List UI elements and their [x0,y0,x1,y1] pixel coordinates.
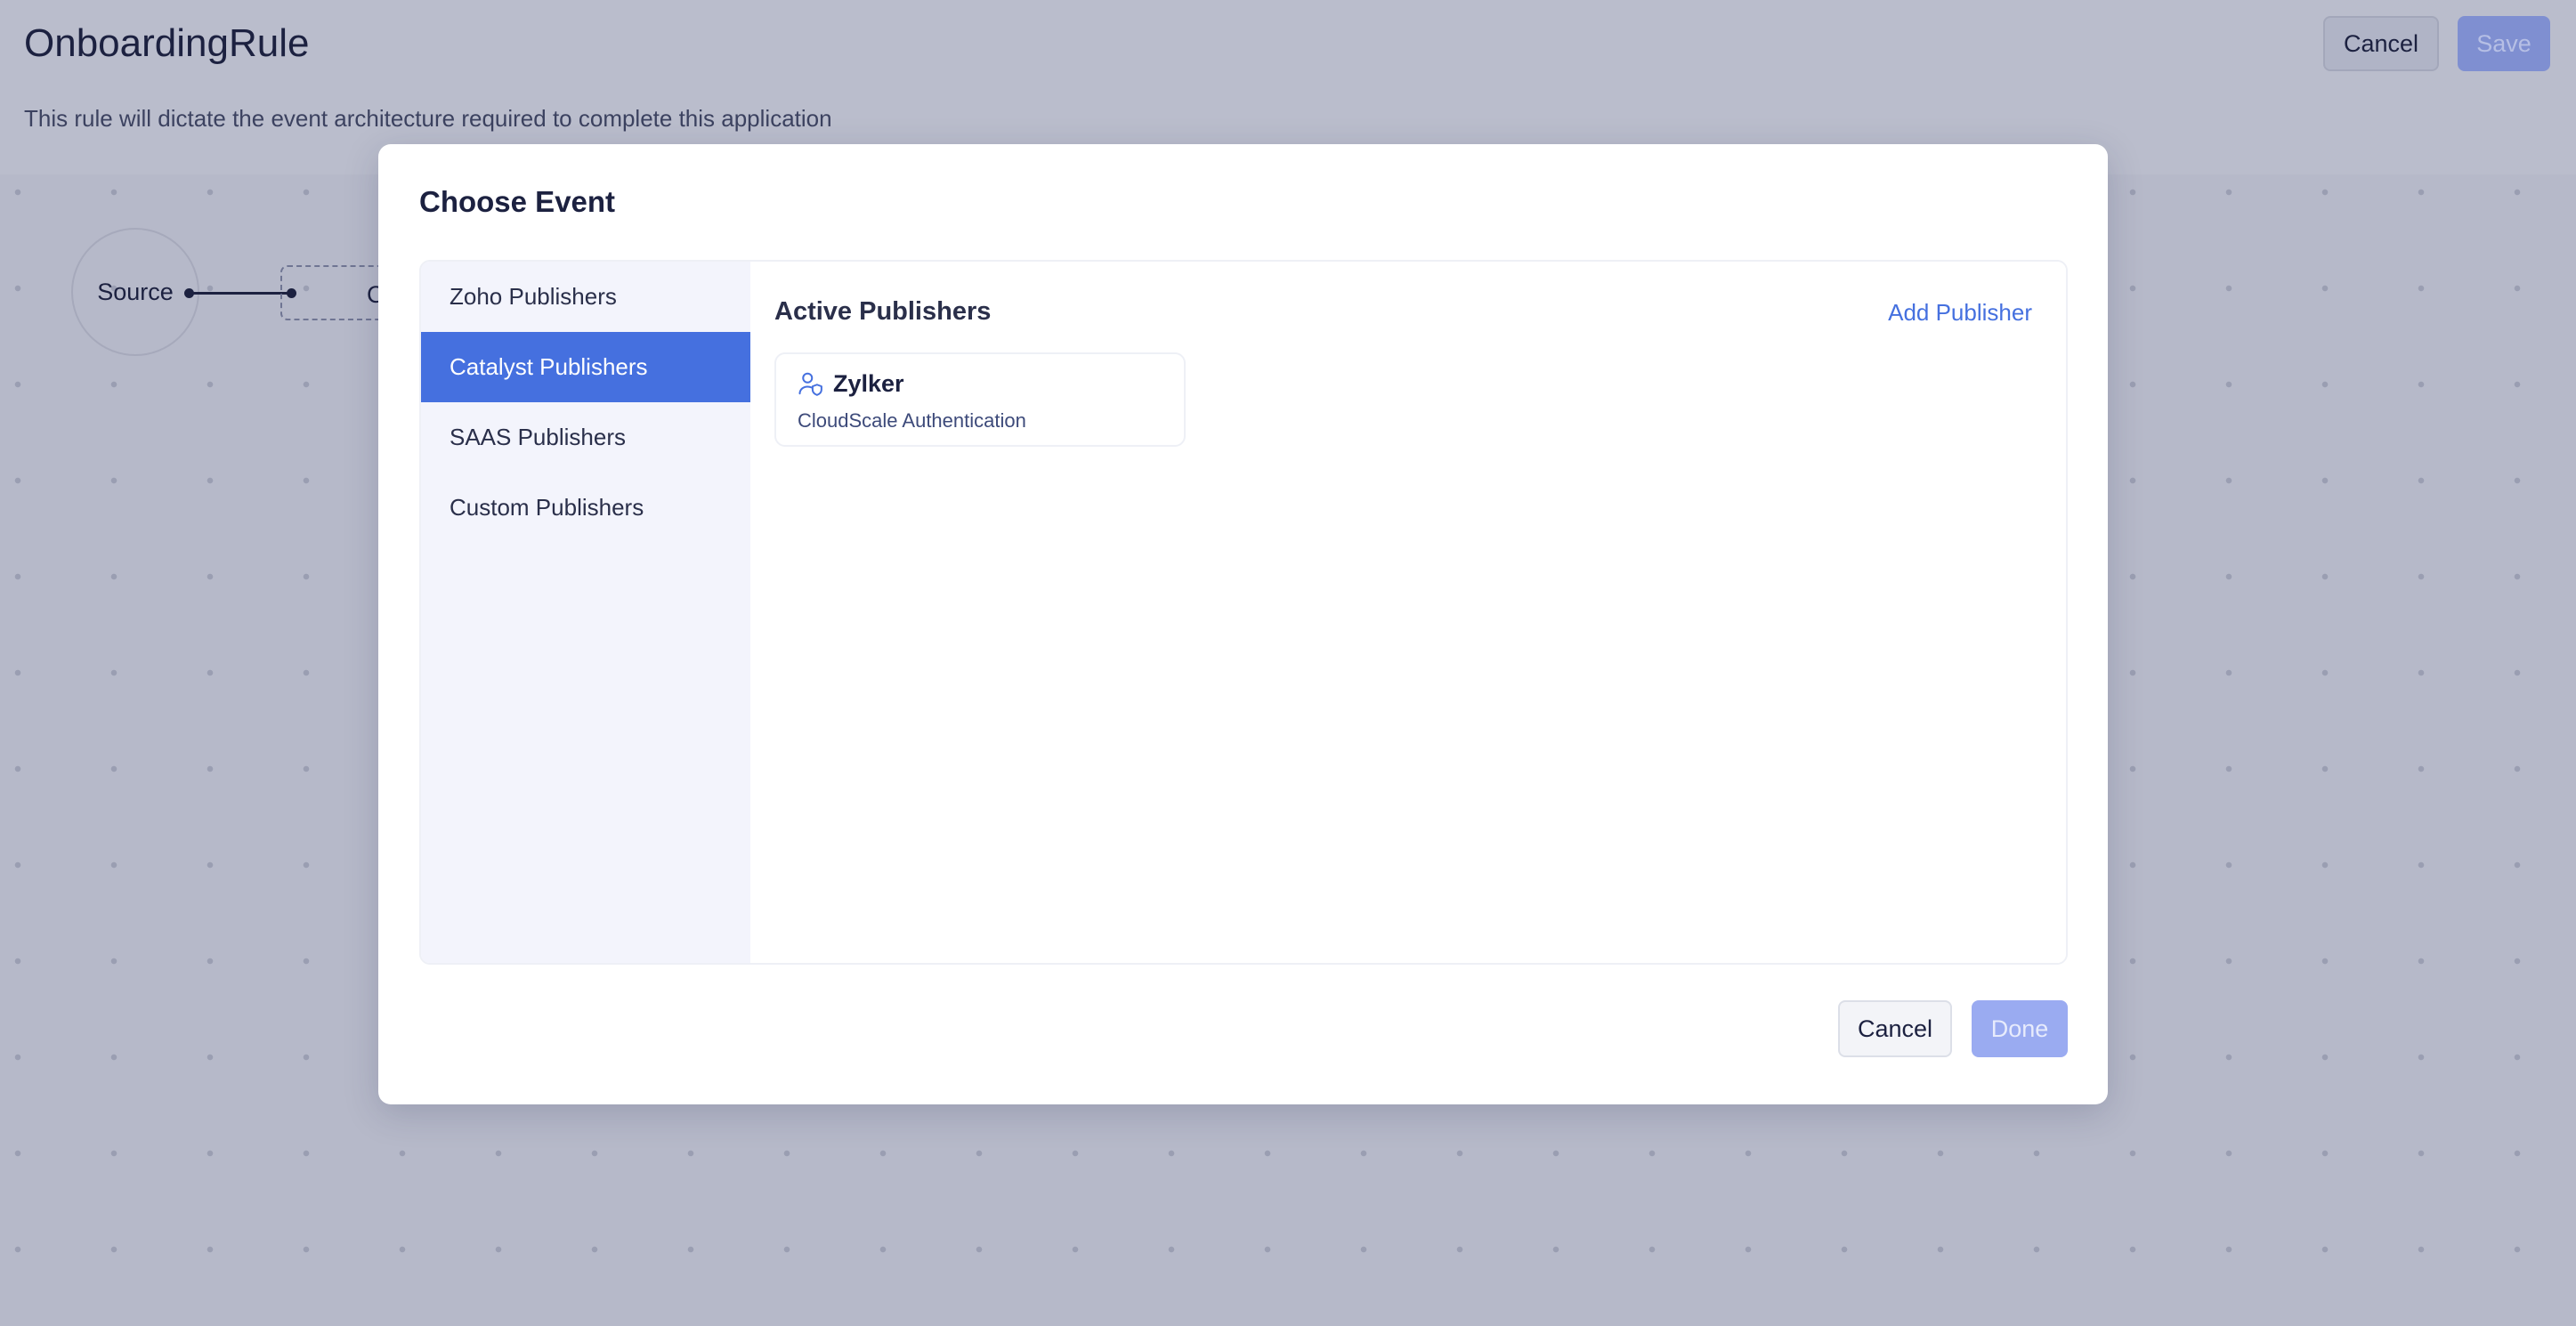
source-node-label: Source [97,278,174,305]
sidebar-item-label: Catalyst Publishers [450,353,648,380]
modal-title: Choose Event [419,185,616,218]
publishers-content: Active Publishers Add Publisher Zylker C… [750,262,2066,963]
user-shield-icon [798,372,822,396]
page-description: This rule will dictate the event archite… [24,105,832,132]
sidebar-item-label: Custom Publishers [450,494,644,521]
node-connector [189,292,292,295]
modal-body: Zoho Publishers Catalyst Publishers SAAS… [419,260,2068,965]
page-title: OnboardingRule [24,21,310,65]
add-publisher-link[interactable]: Add Publisher [1888,299,2032,327]
sidebar-item-label: Zoho Publishers [450,283,617,310]
header-save-button[interactable]: Save [2458,16,2550,71]
sidebar-item-catalyst-publishers[interactable]: Catalyst Publishers [421,332,750,402]
sidebar-item-zoho-publishers[interactable]: Zoho Publishers [421,262,750,332]
sidebar-item-custom-publishers[interactable]: Custom Publishers [421,473,750,543]
modal-done-button[interactable]: Done [1972,1000,2068,1057]
sidebar-item-saas-publishers[interactable]: SAAS Publishers [421,402,750,473]
source-node[interactable]: Source [71,228,199,356]
publisher-subtitle: CloudScale Authentication [798,409,1026,432]
modal-cancel-button[interactable]: Cancel [1838,1000,1952,1057]
connector-start-dot [184,288,194,298]
publisher-card-zylker[interactable]: Zylker CloudScale Authentication [774,352,1186,447]
sidebar-item-label: SAAS Publishers [450,424,626,450]
publisher-category-sidebar: Zoho Publishers Catalyst Publishers SAAS… [421,262,750,963]
choose-event-modal: Choose Event Zoho Publishers Catalyst Pu… [378,144,2108,1104]
publisher-name: Zylker [833,370,904,397]
active-publishers-heading: Active Publishers [774,297,992,326]
header-cancel-button[interactable]: Cancel [2323,16,2439,71]
